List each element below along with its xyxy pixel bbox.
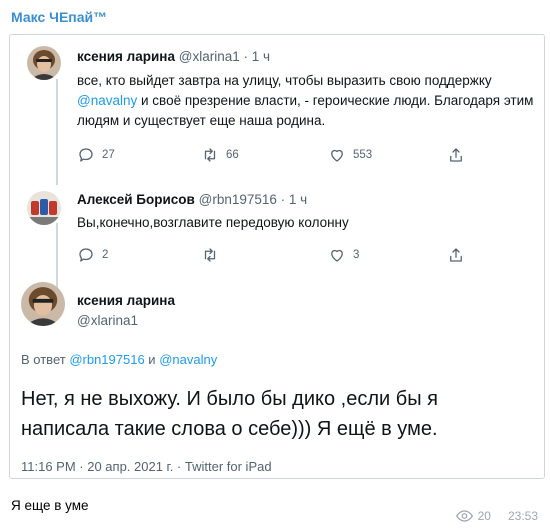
reply-to-line: В ответ @rbn197516 и @navalny [21,352,217,367]
avatar[interactable] [27,191,61,225]
tweet-text-part: все, кто выйдет завтра на улицу, чтобы в… [77,73,492,88]
reply-count: 2 [102,249,109,261]
message-info: 20 23:53 [455,509,538,523]
retweet-icon [204,148,216,162]
like-button[interactable]: 553 [328,146,372,164]
heart-icon [331,149,343,162]
retweet-icon [204,248,216,262]
like-count: 553 [353,149,373,161]
main-tweet-meta[interactable]: 11:16 PM · 20 апр. 2021 г. · Twitter for… [21,459,272,474]
channel-header: Макс ЧЕпай™ [0,0,550,34]
mention-link[interactable]: @navalny [159,352,217,367]
message-time: 23:53 [507,509,538,523]
message-caption: Я еще в уме [11,498,89,513]
main-tweet-author: ксения ларина [77,293,175,308]
avatar[interactable] [21,282,65,326]
reply-count: 27 [102,149,115,161]
like-button[interactable]: 3 [328,246,359,264]
retweet-button[interactable]: 66 [201,146,239,164]
reply-icon [79,148,93,162]
author-handle[interactable]: @rbn197516 [199,192,277,207]
author-name[interactable]: Алексей Борисов [77,192,195,207]
reply-button[interactable]: 2 [77,246,108,264]
share-icon [450,248,462,262]
like-count: 3 [353,249,360,261]
main-tweet-text: Нет, я не выхожу. И было бы дико ,если б… [21,388,438,440]
tweet-screenshot[interactable]: ксения ларина @xlarina1 · 1 ч все, кто в… [9,34,545,479]
tweet-text-part: и своё презрение власти, - героические л… [77,93,534,128]
tweet-header: ксения ларина @xlarina1 · 1 ч [77,49,270,64]
share-button[interactable] [447,146,465,164]
author-handle[interactable]: @xlarina1 [77,313,138,328]
mention-link[interactable]: @navalny [77,93,137,108]
channel-name[interactable]: Макс ЧЕпай™ [11,9,107,25]
tweet-text: Вы,конечно,возглавите передовую колонну [77,215,349,230]
view-count: 20 [477,509,491,523]
tweet-actions: 27 66 553 [77,146,537,166]
share-icon [450,148,462,162]
heart-icon [331,249,343,262]
mention-link[interactable]: @rbn197516 [69,352,144,367]
main-tweet-handle-row: @xlarina1 [77,313,138,328]
reply-to-and: и [144,352,160,367]
reply-button[interactable]: 27 [77,146,115,164]
tweet-time: · 1 ч [280,192,308,207]
tweet-actions: 2 3 [77,246,537,266]
eye-icon [455,510,473,522]
author-name[interactable]: ксения ларина [77,49,175,64]
author-handle[interactable]: @xlarina1 [179,49,240,64]
tweet-text: все, кто выйдет завтра на улицу, чтобы в… [77,71,537,131]
tweet-header: Алексей Борисов @rbn197516 · 1 ч [77,192,307,207]
thread-line [56,79,58,185]
reply-to-prefix: В ответ [21,352,70,367]
retweet-button[interactable] [201,246,226,264]
reply-icon [79,248,93,262]
avatar[interactable] [27,46,61,80]
tweet-time: · 1 ч [243,49,271,64]
share-button[interactable] [447,246,465,264]
author-name[interactable]: ксения ларина [77,293,175,308]
retweet-count: 66 [226,149,239,161]
